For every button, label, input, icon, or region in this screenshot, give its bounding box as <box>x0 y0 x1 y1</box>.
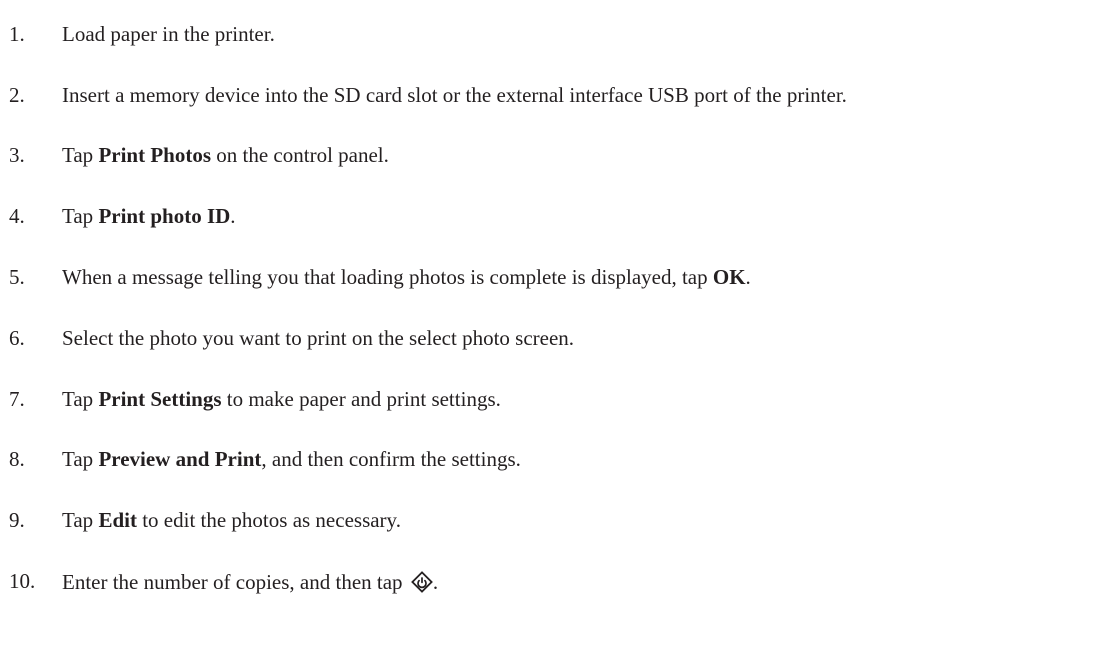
instruction-steps: 1. Load paper in the printer. 2. Insert a m… <box>0 4 1101 612</box>
step-text-part: Tap <box>62 386 99 411</box>
step-item: 3. Tap Print Photos on the control panel. <box>0 126 1101 187</box>
step-number: 3. <box>9 143 25 168</box>
step-text-part: , and then confirm the settings. <box>261 447 521 472</box>
step-item: 9. Tap Edit to edit the photos as necessa… <box>0 490 1101 551</box>
step-text-part: Load paper in the printer. <box>62 21 275 46</box>
step-item: 4. Tap Print photo ID. <box>0 186 1101 247</box>
ui-term: OK <box>712 265 746 290</box>
step-number: 6. <box>9 325 25 350</box>
ui-term: Print photo ID <box>98 204 231 229</box>
step-text-part: Tap <box>62 447 99 472</box>
step-text-part: Tap <box>62 508 99 533</box>
step-number: 5. <box>9 265 25 290</box>
step-text: Insert a memory device into the SD card … <box>62 82 847 107</box>
step-text: Tap Print photo ID. <box>62 206 236 227</box>
ui-term: Print Photos <box>98 143 212 168</box>
step-text-part: on the control panel. <box>211 143 389 168</box>
step-text-part: Insert a memory device into the SD card … <box>62 82 847 107</box>
step-text: Tap Edit to edit the photos as necessary… <box>62 510 401 531</box>
step-text-part: Tap <box>62 143 99 168</box>
step-text: Enter the number of copies, and then tap… <box>62 569 439 594</box>
step-item: 2. Insert a memory device into the SD car… <box>0 65 1101 126</box>
step-item: 10. Enter the number of copies, and then … <box>0 551 1101 612</box>
step-number: 2. <box>9 82 25 107</box>
ui-term: Preview and Print <box>98 447 262 472</box>
step-text: When a message telling you that loading … <box>62 267 751 288</box>
step-item: 5. When a message telling you that loadin… <box>0 247 1101 308</box>
step-text-part: to make paper and print settings. <box>221 386 501 411</box>
step-number: 10. <box>9 569 36 594</box>
step-text: Select the photo you want to print on th… <box>62 325 575 350</box>
step-text: Tap Print Settings to make paper and pri… <box>62 386 501 411</box>
step-number: 7. <box>9 386 25 411</box>
step-item: 1. Load paper in the printer. <box>0 4 1101 65</box>
step-item: 8. Tap Preview and Print, and then confir… <box>0 430 1101 491</box>
step-number: 9. <box>9 508 25 533</box>
step-number: 4. <box>9 204 25 229</box>
step-text-part: . <box>745 265 751 290</box>
step-text: Tap Preview and Print, and then confirm … <box>62 449 521 470</box>
step-number: 1. <box>9 21 25 46</box>
start-button-icon <box>410 570 433 593</box>
step-text-part: Tap <box>62 204 99 229</box>
step-item: 6. Select the photo you want to print on … <box>0 308 1101 369</box>
step-text-part: to edit the photos as necessary. <box>136 508 401 533</box>
ui-term: Print Settings <box>98 386 222 411</box>
step-item: 7. Tap Print Settings to make paper and p… <box>0 369 1101 430</box>
step-text: Load paper in the printer. <box>62 21 275 46</box>
step-text: Tap Print Photos on the control panel. <box>62 145 389 166</box>
step-text-part: Enter the number of copies, and then tap <box>62 569 408 594</box>
step-text-part: When a message telling you that loading … <box>62 265 713 290</box>
ui-term: Edit <box>98 508 137 533</box>
step-text-part: . <box>432 569 439 594</box>
step-number: 8. <box>9 447 25 472</box>
step-text-part: Select the photo you want to print on th… <box>62 325 575 350</box>
step-text-part: . <box>230 204 236 229</box>
